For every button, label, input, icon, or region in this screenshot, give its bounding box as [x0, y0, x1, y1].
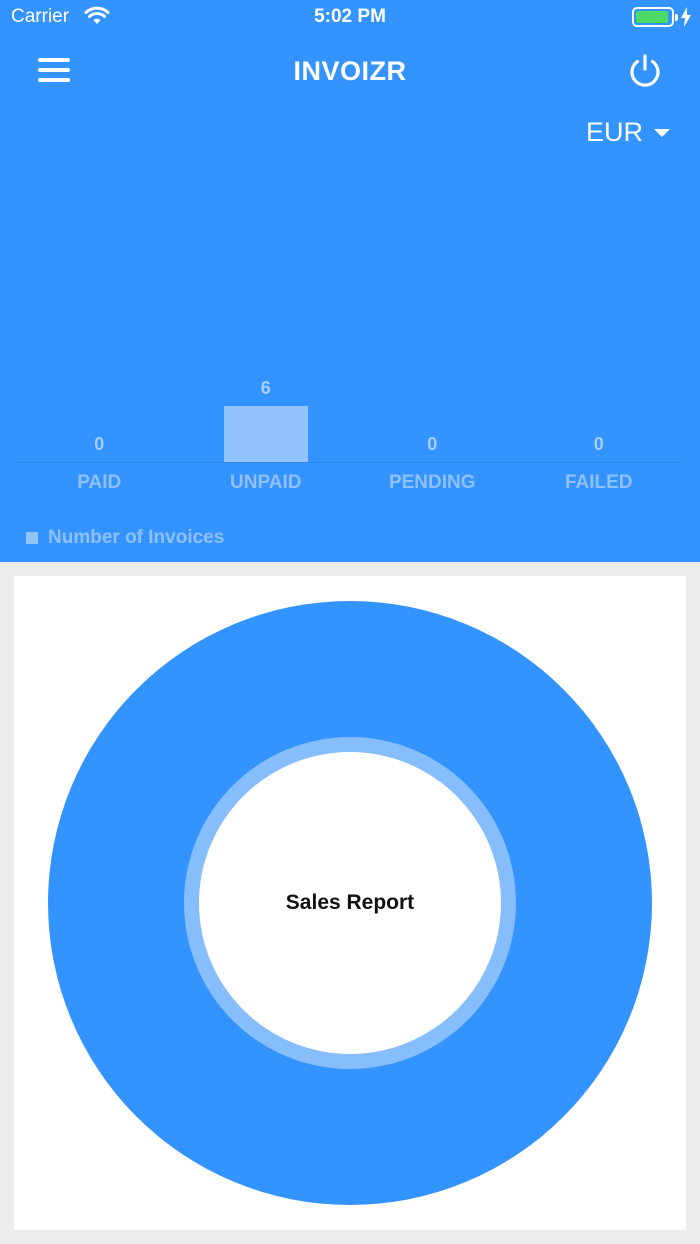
power-icon[interactable]: [626, 52, 664, 90]
chart-x-axis: [16, 462, 682, 463]
chart-category-label: PAID: [77, 472, 122, 493]
battery-icon: [632, 7, 678, 27]
chart-value-label: 0: [427, 434, 438, 454]
chart-legend: Number of Invoices: [26, 527, 224, 549]
sales-report-card: Sales Report: [14, 576, 686, 1230]
chart-category-label: FAILED: [564, 472, 633, 493]
legend-swatch: [26, 532, 38, 544]
invoice-status-bar-chart: Number of Invoices 0 PAID 6 UNPAID 0 PENDING 0…: [0, 360, 700, 560]
charging-bolt-icon: [680, 7, 692, 32]
donut-center-label: Sales Report: [285, 891, 415, 914]
legend-label: Number of Invoices: [48, 527, 225, 548]
currency-dropdown[interactable]: EUR: [586, 117, 670, 148]
chart-value-label: 6: [260, 378, 271, 398]
header-panel: Carrier 5:02 PM INVOIZR EUR Number of In…: [0, 0, 700, 562]
chart-value-label: 0: [94, 434, 105, 454]
chart-category-label: UNPAID: [230, 472, 302, 493]
chart-category-label: PENDING: [388, 472, 476, 493]
status-bar: Carrier 5:02 PM: [0, 0, 700, 40]
app-title: INVOIZR: [293, 56, 407, 86]
chart-bar-unpaid: [223, 406, 308, 462]
clock-time: 5:02 PM: [314, 6, 386, 27]
currency-value: EUR: [585, 117, 643, 147]
chart-value-label: 0: [593, 434, 604, 454]
chevron-down-icon: [654, 128, 670, 137]
